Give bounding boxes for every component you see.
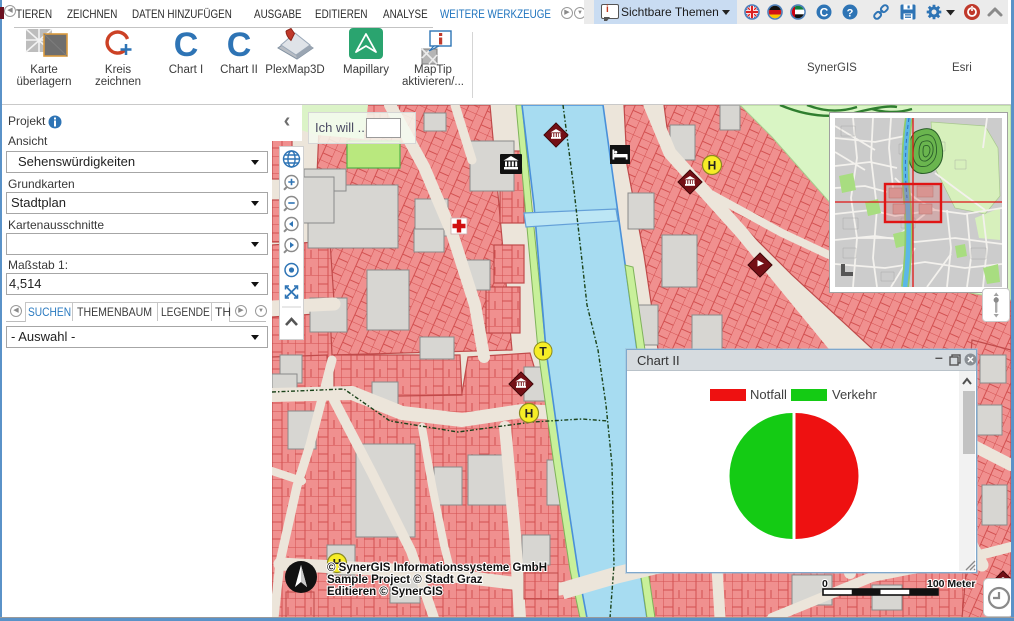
svg-text:T: T [539,345,547,359]
svg-text:© SynerGIS Informationssysteme: © SynerGIS Informationssysteme GmbH [327,562,547,574]
svg-text:?: ? [847,8,854,20]
svg-text:C: C [820,6,829,20]
svg-text:Editieren © SynerGIS: Editieren © SynerGIS [327,586,443,598]
svg-text:Sample Project © Stadt Graz: Sample Project © Stadt Graz [327,574,483,586]
